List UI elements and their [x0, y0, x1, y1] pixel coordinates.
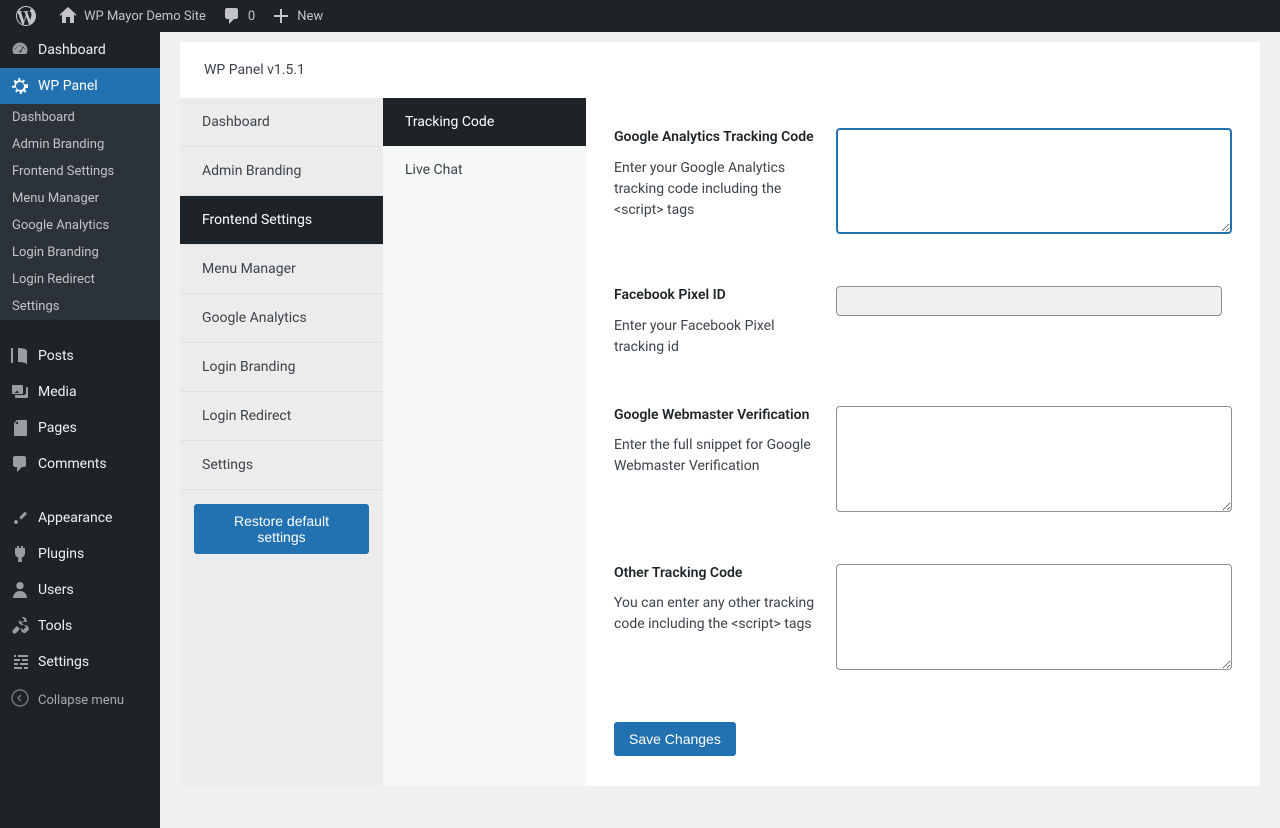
pin-icon	[10, 346, 30, 366]
sidebar-item-media[interactable]: Media	[0, 374, 160, 410]
tab-settings[interactable]: Settings	[180, 441, 383, 490]
tab-login-redirect[interactable]: Login Redirect	[180, 392, 383, 441]
sidebar-item-dashboard[interactable]: Dashboard	[0, 32, 160, 68]
sidebar-item-wp-panel[interactable]: WP Panel	[0, 68, 160, 104]
restore-defaults-button[interactable]: Restore default settings	[194, 504, 369, 554]
sidebar-item-posts[interactable]: Posts	[0, 338, 160, 374]
dashboard-icon	[10, 40, 30, 60]
fb-label: Facebook Pixel ID	[614, 286, 816, 306]
site-name-label: WP Mayor Demo Site	[84, 9, 206, 24]
ga-desc: Enter your Google Analytics tracking cod…	[614, 158, 816, 221]
submenu-google-analytics[interactable]: Google Analytics	[0, 212, 160, 239]
submenu-menu-manager[interactable]: Menu Manager	[0, 185, 160, 212]
admin-bar: WP Mayor Demo Site 0 New	[0, 0, 1280, 32]
brush-icon	[10, 508, 30, 528]
submenu-settings[interactable]: Settings	[0, 293, 160, 320]
wordpress-icon	[16, 6, 36, 26]
ga-tracking-textarea[interactable]	[836, 128, 1232, 234]
collapse-menu[interactable]: Collapse menu	[0, 680, 160, 720]
wp-logo[interactable]	[8, 0, 50, 32]
gwm-label: Google Webmaster Verification	[614, 406, 816, 426]
subtab-tracking-code[interactable]: Tracking Code	[383, 98, 586, 146]
settings-tabs: Dashboard Admin Branding Frontend Settin…	[180, 98, 383, 786]
sidebar-item-tools[interactable]: Tools	[0, 608, 160, 644]
sidebar-item-appearance[interactable]: Appearance	[0, 500, 160, 536]
submenu-dashboard[interactable]: Dashboard	[0, 104, 160, 131]
settings-subtabs: Tracking Code Live Chat	[383, 98, 586, 786]
gwm-desc: Enter the full snippet for Google Webmas…	[614, 435, 816, 477]
other-label: Other Tracking Code	[614, 564, 816, 584]
sidebar-item-pages[interactable]: Pages	[0, 410, 160, 446]
tab-google-analytics[interactable]: Google Analytics	[180, 294, 383, 343]
panel-title: WP Panel v1.5.1	[180, 42, 1260, 98]
other-desc: You can enter any other tracking code in…	[614, 593, 816, 635]
comments-link[interactable]: 0	[214, 0, 263, 32]
tab-dashboard[interactable]: Dashboard	[180, 98, 383, 147]
tab-login-branding[interactable]: Login Branding	[180, 343, 383, 392]
save-changes-button[interactable]: Save Changes	[614, 722, 736, 756]
page-icon	[10, 418, 30, 438]
sidebar-item-users[interactable]: Users	[0, 572, 160, 608]
fb-pixel-input[interactable]	[836, 286, 1222, 316]
sidebar-item-comments[interactable]: Comments	[0, 446, 160, 482]
tab-frontend-settings[interactable]: Frontend Settings	[180, 196, 383, 245]
plug-icon	[10, 544, 30, 564]
sidebar-item-settings[interactable]: Settings	[0, 644, 160, 680]
plus-icon	[271, 6, 291, 26]
sidebar-item-plugins[interactable]: Plugins	[0, 536, 160, 572]
site-name-link[interactable]: WP Mayor Demo Site	[50, 0, 214, 32]
collapse-icon	[10, 688, 30, 712]
sidebar-dashboard-label: Dashboard	[38, 42, 106, 58]
gwm-textarea[interactable]	[836, 406, 1232, 512]
tab-admin-branding[interactable]: Admin Branding	[180, 147, 383, 196]
fb-desc: Enter your Facebook Pixel tracking id	[614, 316, 816, 358]
comments-count: 0	[248, 9, 255, 24]
ga-label: Google Analytics Tracking Code	[614, 128, 816, 148]
comment-icon	[222, 6, 242, 26]
media-icon	[10, 382, 30, 402]
wrench-icon	[10, 616, 30, 636]
new-label: New	[297, 9, 323, 24]
submenu-login-redirect[interactable]: Login Redirect	[0, 266, 160, 293]
new-content-link[interactable]: New	[263, 0, 331, 32]
comment-icon	[10, 454, 30, 474]
home-icon	[58, 6, 78, 26]
submenu-login-branding[interactable]: Login Branding	[0, 239, 160, 266]
submenu-frontend-settings[interactable]: Frontend Settings	[0, 158, 160, 185]
tab-menu-manager[interactable]: Menu Manager	[180, 245, 383, 294]
subtab-live-chat[interactable]: Live Chat	[383, 146, 586, 194]
content-area: WP Panel v1.5.1 Dashboard Admin Branding…	[160, 32, 1280, 828]
gear-icon	[10, 76, 30, 96]
form-area: Google Analytics Tracking Code Enter you…	[586, 98, 1260, 786]
submenu-admin-branding[interactable]: Admin Branding	[0, 131, 160, 158]
user-icon	[10, 580, 30, 600]
sidebar-submenu: Dashboard Admin Branding Frontend Settin…	[0, 104, 160, 320]
other-tracking-textarea[interactable]	[836, 564, 1232, 670]
admin-sidebar: Dashboard WP Panel Dashboard Admin Brand…	[0, 32, 160, 828]
sidebar-wp-panel-label: WP Panel	[38, 78, 98, 94]
sliders-icon	[10, 652, 30, 672]
